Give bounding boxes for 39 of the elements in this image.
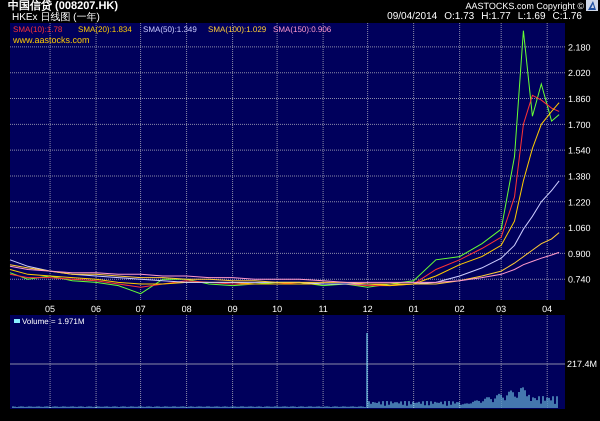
legend-label: SMA(50):1.349 [143,25,197,34]
axis-label: 1.860 [568,94,591,104]
legend-label: SMA(20):1.834 [78,25,132,34]
quote-value: O:1.73 [444,11,474,22]
axis-label: 02 [454,304,465,314]
quote-value: L:1.69 [518,11,546,22]
copyright-text: AASTOCKS.com Copyright © [465,0,584,10]
legend-label: SMA(10):1.78 [13,25,62,34]
chart-subtitle: HKEx 日线图 (一年) [12,13,101,23]
axis-label: 07 [136,304,146,314]
axis-label: 12 [362,304,373,314]
axis-label: 01 [408,304,419,314]
axis-label: 03 [496,304,506,314]
axis-label: 1.060 [568,223,591,234]
axis-label: 1.380 [568,171,591,182]
axis-label: 2.180 [568,42,591,52]
axis-label: 06 [91,304,102,314]
volume-legend: Volume = 1.971M [22,317,84,326]
legend-label: SMA(150):0.906 [273,25,332,34]
axis-label: 2.020 [568,68,591,78]
axis-label: 10 [272,304,282,314]
quote-value: C:1.76 [552,11,582,22]
axis-label: 08 [182,304,192,314]
quote-date: 09/04/2014 [387,11,438,22]
axis-label: 09 [228,304,238,314]
axis-label: 05 [45,304,56,314]
axis-label: 0.900 [568,248,591,259]
legend-label: SMA(100):1.029 [208,25,266,34]
axis-label: 1.700 [568,120,591,130]
axis-label: 11 [318,304,328,314]
website-link[interactable]: www.aastocks.com [13,35,90,45]
logo-icon [586,0,598,11]
axis-label: 0.740 [568,274,591,285]
axis-label: 04 [542,304,552,314]
legend-swatch-icon [14,319,20,323]
axis-label: 1.540 [568,146,591,156]
axis-label: 1.220 [568,197,591,208]
quote-value: H:1.77 [481,11,511,22]
axis-label: 217.4M [567,359,598,369]
